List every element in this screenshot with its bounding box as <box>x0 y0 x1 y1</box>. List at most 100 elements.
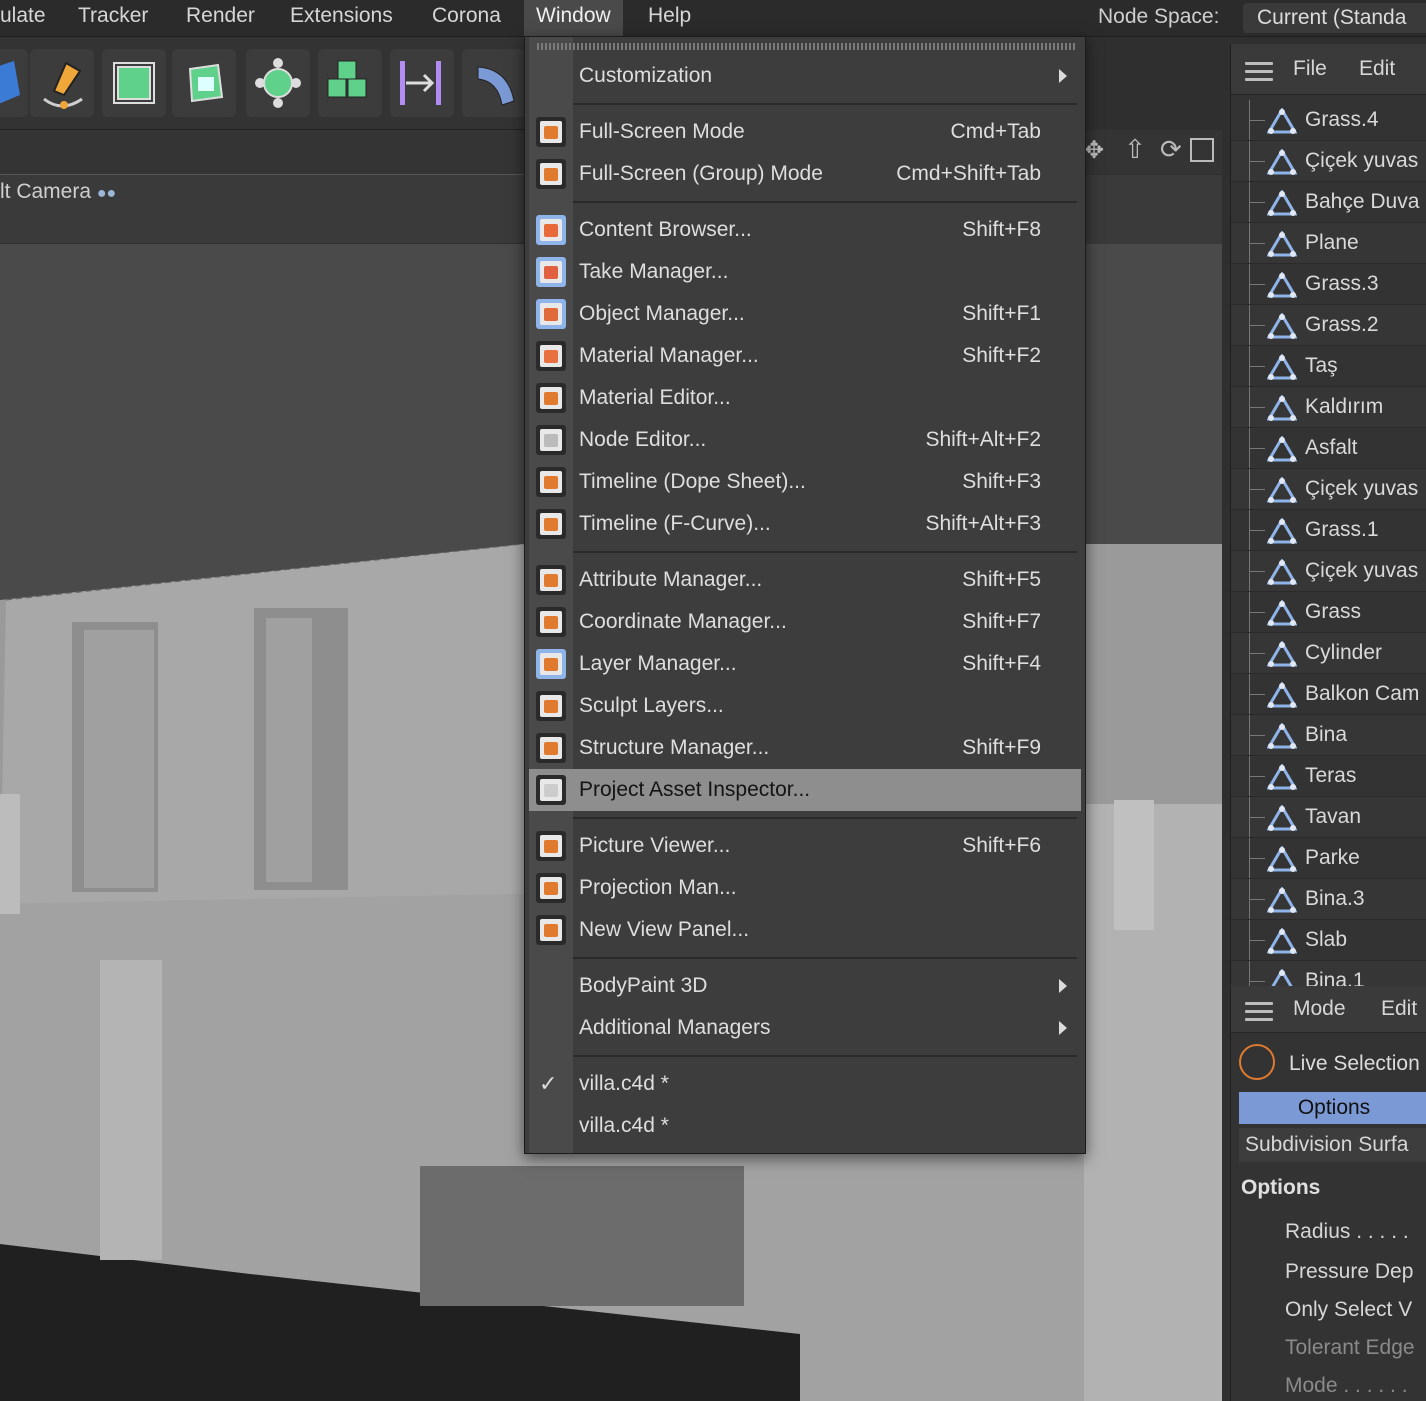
object-name: Kaldırım <box>1305 395 1384 418</box>
tree-branch <box>1249 530 1265 531</box>
menu-item[interactable]: Node Editor... Shift+Alt+F2 <box>529 419 1081 461</box>
cube-tool-button[interactable] <box>0 49 28 117</box>
menu-simulate[interactable]: ulate <box>0 0 58 36</box>
menu-item[interactable]: Take Manager... <box>529 251 1081 293</box>
active-tool: Live Selection <box>1231 1042 1426 1086</box>
array-tool-button[interactable] <box>246 49 310 117</box>
menu-item[interactable]: New View Panel... <box>529 909 1081 951</box>
object-row[interactable]: Çiçek yuvas <box>1231 551 1426 592</box>
object-row[interactable]: Grass.4 <box>1231 100 1426 141</box>
live-selection-icon <box>1239 1044 1275 1080</box>
om-menu-file[interactable]: File <box>1293 44 1327 94</box>
array-icon <box>255 58 301 108</box>
menu-extensions[interactable]: Extensions <box>278 0 405 36</box>
menu-item[interactable]: Project Asset Inspector... <box>529 769 1081 811</box>
polygon-object-icon <box>1267 641 1297 667</box>
menu-item[interactable]: Timeline (Dope Sheet)... Shift+F3 <box>529 461 1081 503</box>
menu-item[interactable]: Material Editor... <box>529 377 1081 419</box>
viewport-menu-bar <box>0 130 524 175</box>
tab-subdivision-surface[interactable]: Subdivision Surfa <box>1239 1128 1426 1162</box>
object-row[interactable]: Parke <box>1231 838 1426 879</box>
menu-item[interactable]: Customization <box>529 55 1081 97</box>
object-row[interactable]: Cylinder <box>1231 633 1426 674</box>
hamburger-icon[interactable] <box>1245 62 1273 81</box>
menu-item[interactable]: Timeline (F-Curve)... Shift+Alt+F3 <box>529 503 1081 545</box>
object-row[interactable]: Bahçe Duva <box>1231 182 1426 223</box>
menu-item[interactable]: Picture Viewer... Shift+F6 <box>529 825 1081 867</box>
object-row[interactable]: Grass.3 <box>1231 264 1426 305</box>
object-row[interactable]: Kaldırım <box>1231 387 1426 428</box>
menu-item-label: Structure Manager... <box>579 736 770 759</box>
pen-icon <box>43 61 83 109</box>
menu-item[interactable]: villa.c4d * <box>529 1105 1081 1147</box>
object-row[interactable]: Bina.3 <box>1231 879 1426 920</box>
menu-corona[interactable]: Corona <box>420 0 513 36</box>
am-menu-mode[interactable]: Mode <box>1293 986 1346 1032</box>
menu-item[interactable]: Projection Man... <box>529 867 1081 909</box>
rotate-view-icon[interactable]: ⟳ <box>1160 134 1182 165</box>
object-name: Bina.3 <box>1305 887 1365 910</box>
menu-item[interactable]: Sculpt Layers... <box>529 685 1081 727</box>
menu-tracker[interactable]: Tracker <box>66 0 160 36</box>
om-menu-edit[interactable]: Edit <box>1359 44 1395 94</box>
hamburger-icon[interactable] <box>1245 1002 1273 1021</box>
menu-item[interactable]: Layer Manager... Shift+F4 <box>529 643 1081 685</box>
menu-item-label: Full-Screen (Group) Mode <box>579 162 823 185</box>
menu-item[interactable]: BodyPaint 3D <box>529 965 1081 1007</box>
menu-item[interactable]: Attribute Manager... Shift+F5 <box>529 559 1081 601</box>
menu-item[interactable]: ✓ villa.c4d * <box>529 1063 1081 1105</box>
menu-item-shortcut: Shift+F9 <box>962 736 1041 759</box>
object-row[interactable]: Çiçek yuvas <box>1231 141 1426 182</box>
cloner-tool-button[interactable] <box>318 49 382 117</box>
menu-item-shortcut: Shift+F3 <box>962 470 1041 493</box>
polygon-object-icon <box>1267 682 1297 708</box>
object-row[interactable]: Balkon Cam <box>1231 674 1426 715</box>
object-row[interactable]: Grass <box>1231 592 1426 633</box>
object-row[interactable]: Bina <box>1231 715 1426 756</box>
generator-tool-button[interactable] <box>102 49 166 117</box>
object-row[interactable]: Grass.2 <box>1231 305 1426 346</box>
subdivision-cube-icon <box>113 62 155 104</box>
menu-item[interactable]: Object Manager... Shift+F1 <box>529 293 1081 335</box>
object-row[interactable]: Grass.1 <box>1231 510 1426 551</box>
menu-render[interactable]: Render <box>174 0 267 36</box>
menu-item[interactable]: Coordinate Manager... Shift+F7 <box>529 601 1081 643</box>
object-name: Bina <box>1305 723 1348 746</box>
object-manager-header: File Edit <box>1231 44 1426 95</box>
tab-options[interactable]: Options <box>1239 1092 1426 1124</box>
camera-label[interactable]: lt Camera ●● <box>0 180 116 204</box>
menu-window[interactable]: Window <box>524 0 623 36</box>
menu-item[interactable]: Additional Managers <box>529 1007 1081 1049</box>
menu-help[interactable]: Help <box>636 0 703 36</box>
object-row[interactable]: Teras <box>1231 756 1426 797</box>
menu-item[interactable]: Full-Screen (Group) Mode Cmd+Shift+Tab <box>529 153 1081 195</box>
tree-branch <box>1249 120 1265 121</box>
menu-item-label: Node Editor... <box>579 428 707 451</box>
am-menu-edit[interactable]: Edit <box>1381 986 1417 1032</box>
maximize-view-icon[interactable] <box>1190 138 1214 162</box>
pen-tool-button[interactable] <box>30 49 94 117</box>
bend-tool-button[interactable] <box>462 49 526 117</box>
menu-separator <box>573 957 1077 959</box>
spacing-tool-button[interactable] <box>390 49 454 117</box>
menu-item[interactable]: Full-Screen Mode Cmd+Tab <box>529 111 1081 153</box>
polygon-object-icon <box>1267 723 1297 749</box>
move-view-icon[interactable]: ✥ <box>1084 136 1104 165</box>
tree-branch <box>1249 735 1265 736</box>
node-space-select[interactable]: Current (Standa <box>1243 3 1426 33</box>
zoom-view-icon[interactable]: ⇧ <box>1124 134 1146 165</box>
polygon-object-icon <box>1267 190 1297 216</box>
menu-item[interactable]: Content Browser... Shift+F8 <box>529 209 1081 251</box>
object-row[interactable]: Taş <box>1231 346 1426 387</box>
object-row[interactable]: Tavan <box>1231 797 1426 838</box>
menu-item-shortcut: Shift+Alt+F3 <box>925 512 1041 535</box>
extrude-tool-button[interactable] <box>172 49 236 117</box>
object-row[interactable]: Slab <box>1231 920 1426 961</box>
object-row[interactable]: Plane <box>1231 223 1426 264</box>
menu-item[interactable]: Structure Manager... Shift+F9 <box>529 727 1081 769</box>
extrude-icon <box>188 63 224 103</box>
menu-item[interactable]: Material Manager... Shift+F2 <box>529 335 1081 377</box>
object-row[interactable]: Asfalt <box>1231 428 1426 469</box>
object-row[interactable]: Çiçek yuvas <box>1231 469 1426 510</box>
toolbar <box>0 37 526 130</box>
